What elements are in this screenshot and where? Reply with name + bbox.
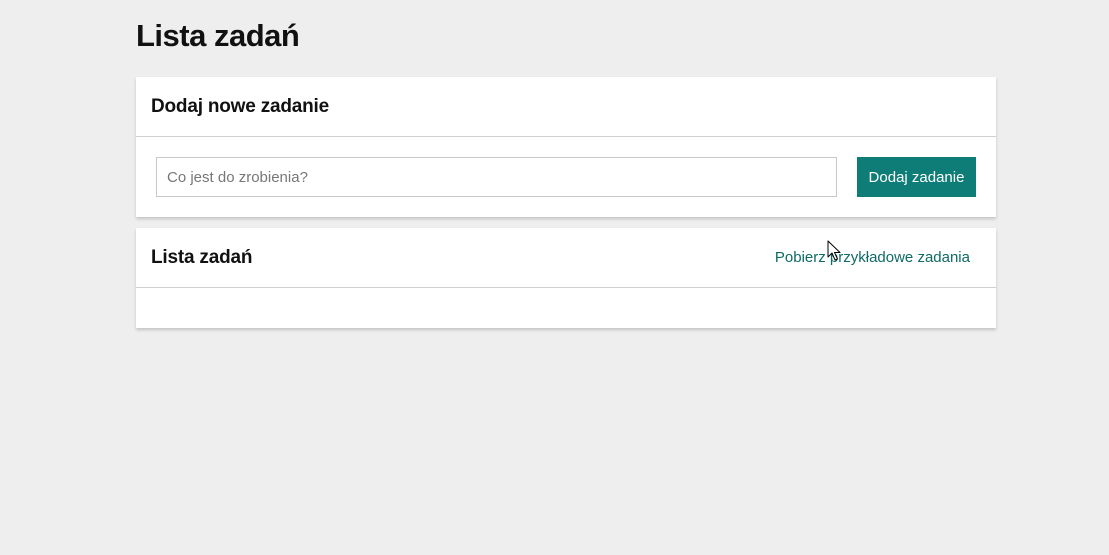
task-list-panel-header: Lista zadań Pobierz przykładowe zadania (136, 228, 996, 288)
task-list (136, 288, 996, 328)
task-list-panel-title: Lista zadań (151, 247, 253, 268)
task-input[interactable] (156, 157, 837, 197)
add-task-panel-body: Dodaj zadanie (136, 137, 996, 217)
add-task-panel: Dodaj nowe zadanie Dodaj zadanie (136, 77, 996, 217)
add-task-button[interactable]: Dodaj zadanie (857, 157, 976, 197)
fetch-sample-tasks-link[interactable]: Pobierz przykładowe zadania (775, 248, 970, 268)
add-task-panel-title: Dodaj nowe zadanie (151, 96, 329, 117)
page-title: Lista zadań (136, 18, 300, 53)
task-list-panel: Lista zadań Pobierz przykładowe zadania (136, 228, 996, 328)
add-task-panel-header: Dodaj nowe zadanie (136, 77, 996, 137)
mouse-pointer-icon (827, 240, 841, 261)
